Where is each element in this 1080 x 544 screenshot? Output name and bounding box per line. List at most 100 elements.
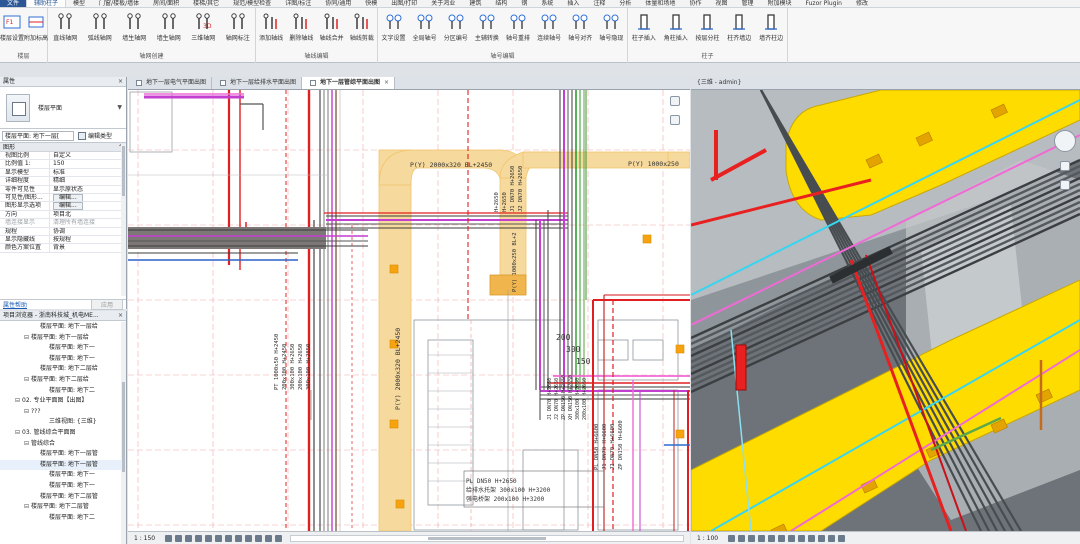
- property-row[interactable]: 可见性/图形... 编辑...: [0, 193, 126, 203]
- ribbon-button[interactable]: 轴号重排: [503, 10, 534, 44]
- browser-node[interactable]: ⊟ 楼层平面: 地下二层管: [0, 502, 126, 513]
- ribbon-button[interactable]: 连续轴号: [534, 10, 565, 44]
- property-value[interactable]: 自定义: [50, 152, 126, 159]
- property-value[interactable]: 编辑...: [50, 202, 126, 210]
- view-control-icons[interactable]: [165, 534, 283, 542]
- view-scale-3d[interactable]: 1 : 100: [691, 535, 724, 542]
- browser-node[interactable]: ⊟ 楼层平面: 地下二层给: [0, 375, 126, 386]
- browser-node[interactable]: 楼层平面: 地下一: [0, 343, 126, 354]
- browser-node[interactable]: 三维视图: {三维}: [0, 417, 126, 428]
- property-row[interactable]: 颜色方案位置 背景: [0, 244, 126, 253]
- tab-3d-view[interactable]: {三维 - admin}: [697, 77, 741, 89]
- browser-node[interactable]: 楼层平面: 地下一层管: [0, 459, 126, 471]
- menu-item[interactable]: 文件: [0, 0, 27, 7]
- property-value[interactable]: 编辑...: [50, 193, 126, 202]
- menu-item[interactable]: 快模: [358, 0, 384, 7]
- property-row[interactable]: 图形显示选项 编辑...: [0, 202, 126, 211]
- ribbon-button[interactable]: 按层分柱: [692, 10, 724, 44]
- tree-toggle-icon[interactable]: ⊟: [24, 407, 31, 418]
- 3d-view-canvas[interactable]: [691, 90, 1080, 531]
- browser-node[interactable]: 楼层平面: 地下一层给: [0, 322, 126, 333]
- browser-node[interactable]: ⊟ 管线综合: [0, 439, 126, 450]
- ribbon-button[interactable]: 柱齐墙边: [723, 10, 755, 44]
- view-control-icons-3d[interactable]: [728, 534, 846, 542]
- browser-node[interactable]: ⊟ 楼层平面: 地下一层给: [0, 333, 126, 344]
- menu-item[interactable]: 模型: [66, 0, 92, 7]
- property-value[interactable]: 标准: [50, 169, 126, 176]
- ribbon-button[interactable]: 墙生轴网: [153, 10, 185, 44]
- property-value[interactable]: 精细: [50, 177, 126, 184]
- browser-node[interactable]: 楼层平面: 地下一层管: [0, 449, 126, 460]
- ribbon-button[interactable]: 添加轴线: [256, 10, 286, 44]
- properties-help-link[interactable]: 属性帮助: [3, 300, 27, 309]
- browser-node[interactable]: ⊟ 03. 管线综合平面图: [0, 428, 126, 439]
- property-value[interactable]: 背景: [50, 244, 126, 251]
- property-row[interactable]: 视图比例 自定义: [0, 152, 126, 161]
- zoom-icon[interactable]: [670, 115, 680, 125]
- property-row[interactable]: 墙连接显示 清理所有墙连接: [0, 219, 126, 228]
- view-tab[interactable]: 地下一层电气平面出图: [128, 77, 213, 89]
- nav-wheel-icon[interactable]: [1060, 161, 1070, 171]
- property-value[interactable]: 150: [50, 160, 126, 167]
- property-value[interactable]: 项目北: [50, 211, 126, 218]
- close-icon[interactable]: ×: [118, 77, 123, 87]
- close-icon[interactable]: ×: [118, 311, 123, 321]
- menu-item[interactable]: 附加模块: [760, 0, 798, 7]
- tree-toggle-icon[interactable]: ⊟: [24, 439, 31, 450]
- view-tab[interactable]: 地下一层给排水平面出图: [212, 77, 303, 89]
- properties-scrollbar[interactable]: [121, 144, 126, 296]
- property-row[interactable]: 显示隐藏线 按规程: [0, 235, 126, 245]
- ribbon-button[interactable]: 文字设置: [378, 10, 409, 44]
- menu-item[interactable]: 插入: [560, 0, 586, 7]
- menu-item[interactable]: 钢: [514, 0, 534, 7]
- ribbon-button[interactable]: 轴线剪裁: [347, 10, 377, 44]
- browser-node[interactable]: ⊟???: [0, 407, 126, 418]
- ribbon-button[interactable]: F1 楼层设置: [0, 10, 24, 44]
- nav-wheel-icon[interactable]: [670, 96, 680, 106]
- edit-button[interactable]: 编辑...: [53, 202, 83, 210]
- ribbon-button[interactable]: 删除轴线: [286, 10, 316, 44]
- apply-button[interactable]: 应用: [90, 299, 123, 310]
- menu-item[interactable]: 协同/通用: [318, 0, 358, 7]
- view-scale[interactable]: 1 : 150: [128, 535, 161, 542]
- menu-item[interactable]: 建筑: [462, 0, 488, 7]
- property-value[interactable]: 按规程: [50, 236, 126, 243]
- type-selector[interactable]: 楼层平面 ▼: [0, 87, 126, 129]
- ribbon-button[interactable]: 直线轴网: [49, 10, 81, 44]
- menu-item[interactable]: 修改: [849, 0, 875, 7]
- menu-item[interactable]: 注释: [586, 0, 612, 7]
- ribbon-button[interactable]: 轴网标注: [222, 10, 254, 44]
- browser-node[interactable]: 楼层平面: 地下二层管: [0, 492, 126, 503]
- menu-item[interactable]: 出图/打印: [384, 0, 424, 7]
- browser-node[interactable]: 楼层平面: 地下一: [0, 354, 126, 365]
- scrollbar-thumb[interactable]: [122, 382, 125, 472]
- tree-toggle-icon[interactable]: ⊟: [24, 502, 31, 513]
- menu-item[interactable]: 详图/标注: [278, 0, 318, 7]
- ribbon-button[interactable]: 柱子插入: [628, 10, 660, 44]
- browser-node[interactable]: 楼层平面: 地下二: [0, 513, 126, 524]
- instance-selector[interactable]: 楼层平面: 地下一层[: [2, 130, 74, 141]
- browser-scrollbar[interactable]: [121, 322, 126, 544]
- tree-toggle-icon[interactable]: ⊟: [15, 396, 22, 407]
- menu-item[interactable]: 房间/面积: [146, 0, 186, 7]
- viewcube-icon[interactable]: [1054, 130, 1076, 152]
- menu-item[interactable]: 楼梯/其它: [186, 0, 226, 7]
- property-row[interactable]: 显示模型 标准: [0, 168, 126, 178]
- edit-button[interactable]: 编辑...: [53, 193, 83, 202]
- menu-item[interactable]: 辅助柱子: [26, 0, 67, 7]
- ribbon-button[interactable]: 墙齐柱边: [755, 10, 787, 44]
- close-icon[interactable]: ×: [384, 77, 389, 89]
- menu-item[interactable]: 协作: [682, 0, 708, 7]
- menu-item[interactable]: 规范/模型检查: [226, 0, 278, 7]
- zoom-icon[interactable]: [1060, 180, 1070, 190]
- ribbon-button[interactable]: 主辅转换: [471, 10, 502, 44]
- horizontal-scrollbar[interactable]: [290, 534, 684, 542]
- ribbon-button[interactable]: 墙生轴网: [118, 10, 150, 44]
- menu-item[interactable]: Fuzor Plugin: [799, 0, 850, 7]
- tree-toggle-icon[interactable]: ⊟: [24, 375, 31, 386]
- menu-item[interactable]: 管理: [734, 0, 760, 7]
- plan-view-canvas[interactable]: P(Y) 2000x320 BL+2450 P(Y) 1000x250 P(Y) 2…: [128, 90, 690, 531]
- view-tab[interactable]: 地下一层管综平面出图 ×: [302, 77, 396, 89]
- property-value[interactable]: 清理所有墙连接: [50, 219, 126, 226]
- edit-type-button[interactable]: 编辑类型: [78, 131, 112, 140]
